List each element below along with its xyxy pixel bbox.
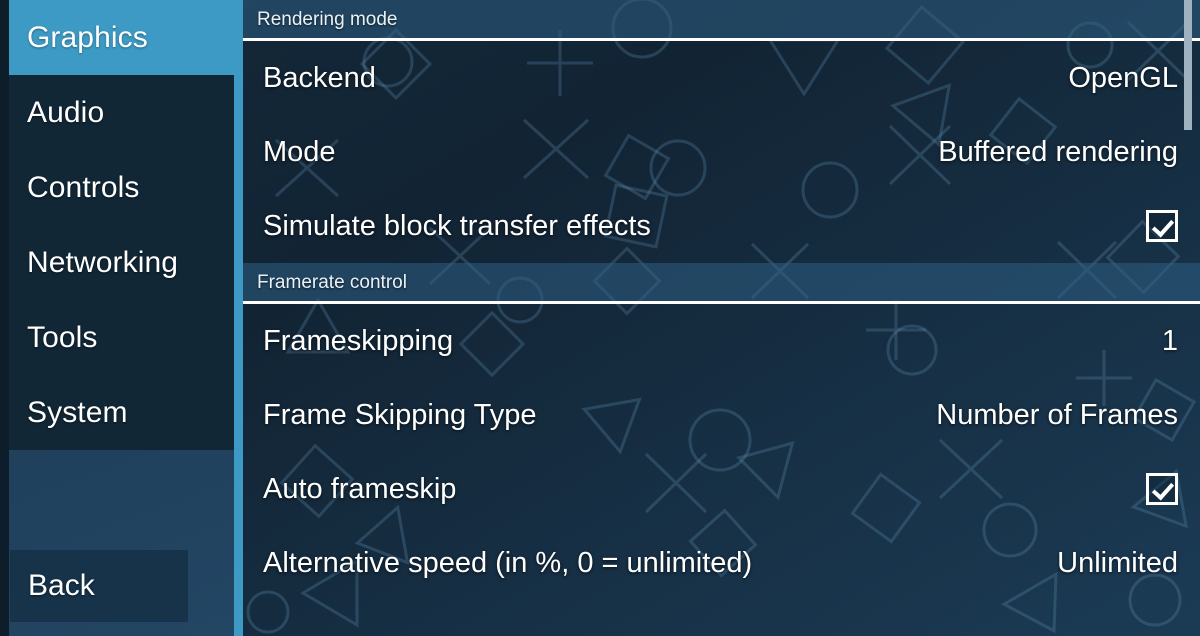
sidebar-item-controls[interactable]: Controls [9, 150, 234, 225]
sidebar-item-label-tools: Tools [27, 320, 98, 354]
section-header-rendering-mode: Rendering mode [243, 0, 1200, 38]
sidebar-item-system[interactable]: System [9, 375, 234, 450]
section-title-rendering-mode: Rendering mode [257, 8, 398, 30]
settings-list[interactable]: Rendering mode Backend OpenGL Mode Buffe… [243, 0, 1200, 636]
setting-value-frameskipping: 1 [1161, 324, 1178, 357]
setting-row-auto-frameskip[interactable]: Auto frameskip [243, 452, 1200, 526]
section-title-framerate-control: Framerate control [257, 271, 407, 293]
setting-row-frame-skipping-type[interactable]: Frame Skipping Type Number of Frames [243, 378, 1200, 452]
scrollbar-thumb[interactable] [1184, 0, 1192, 130]
sidebar-left-edge [0, 0, 9, 636]
setting-label-auto-frameskip: Auto frameskip [263, 472, 457, 505]
back-button[interactable]: Back [10, 550, 188, 622]
sidebar-item-label-audio: Audio [27, 95, 105, 129]
setting-value-backend: OpenGL [1068, 61, 1178, 94]
setting-value-alternative-speed: Unlimited [1057, 546, 1178, 579]
sidebar-item-label-networking: Networking [27, 245, 179, 279]
checkbox-simulate-block-transfer-effects[interactable] [1146, 210, 1178, 242]
section-header-framerate-control: Framerate control [243, 263, 1200, 301]
setting-value-frame-skipping-type: Number of Frames [936, 398, 1178, 431]
sidebar-accent-bar [234, 0, 243, 636]
setting-row-alternative-speed[interactable]: Alternative speed (in %, 0 = unlimited) … [243, 526, 1200, 600]
setting-label-mode: Mode [263, 135, 336, 168]
setting-value-mode: Buffered rendering [938, 135, 1178, 168]
sidebar-item-label-system: System [27, 395, 128, 429]
setting-row-simulate-block-transfer-effects[interactable]: Simulate block transfer effects [243, 189, 1200, 263]
setting-row-mode[interactable]: Mode Buffered rendering [243, 115, 1200, 189]
checkbox-auto-frameskip[interactable] [1146, 473, 1178, 505]
setting-row-backend[interactable]: Backend OpenGL [243, 41, 1200, 115]
setting-label-alternative-speed: Alternative speed (in %, 0 = unlimited) [263, 546, 753, 579]
sidebar-item-audio[interactable]: Audio [9, 75, 234, 150]
sidebar-item-label-graphics: Graphics [27, 20, 148, 54]
sidebar-item-tools[interactable]: Tools [9, 300, 234, 375]
back-button-label: Back [28, 569, 95, 602]
setting-label-simulate-block-transfer-effects: Simulate block transfer effects [263, 209, 651, 242]
sidebar-item-label-controls: Controls [27, 170, 140, 204]
setting-label-frameskipping: Frameskipping [263, 324, 454, 357]
setting-row-frameskipping[interactable]: Frameskipping 1 [243, 304, 1200, 378]
settings-screen: Graphics Audio Controls Networking Tools… [0, 0, 1200, 636]
sidebar-item-graphics[interactable]: Graphics [9, 0, 234, 75]
sidebar: Graphics Audio Controls Networking Tools… [0, 0, 243, 636]
sidebar-item-networking[interactable]: Networking [9, 225, 234, 300]
setting-label-frame-skipping-type: Frame Skipping Type [263, 398, 537, 431]
setting-label-backend: Backend [263, 61, 376, 94]
